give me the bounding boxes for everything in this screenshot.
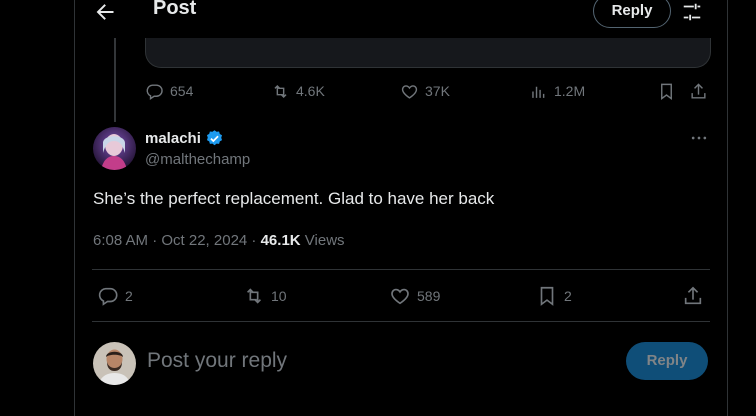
heart-icon bbox=[401, 84, 418, 99]
repost-count: 10 bbox=[271, 288, 287, 304]
bookmark-icon bbox=[540, 286, 554, 306]
parent-like-action[interactable]: 37K bbox=[400, 80, 450, 102]
bookmark-action[interactable]: 2 bbox=[536, 284, 572, 308]
like-count: 589 bbox=[417, 288, 441, 304]
divider bbox=[92, 269, 710, 270]
views-count: 46.1K bbox=[260, 232, 301, 249]
analytics-bars-icon bbox=[532, 86, 545, 98]
author-name[interactable]: malachi bbox=[145, 129, 224, 148]
reply-input[interactable] bbox=[147, 346, 507, 376]
parent-bookmark-action[interactable] bbox=[657, 80, 676, 102]
repost-action[interactable]: 10 bbox=[243, 284, 287, 308]
more-options-icon[interactable] bbox=[689, 128, 709, 148]
header-reply-button[interactable]: Reply bbox=[593, 0, 671, 28]
author-handle[interactable]: @malthechamp bbox=[145, 151, 250, 168]
timestamp[interactable]: 6:08 AM · Oct 22, 2024 · bbox=[93, 232, 261, 249]
verified-badge-icon[interactable] bbox=[205, 129, 224, 148]
header: Post Reply bbox=[75, 0, 727, 36]
tweet-meta: 6:08 AM · Oct 22, 2024 · 46.1K Views bbox=[93, 232, 345, 249]
bookmark-count: 2 bbox=[564, 288, 572, 304]
avatar-image bbox=[93, 127, 136, 170]
page-title: Post bbox=[153, 0, 197, 19]
reply-count: 2 bbox=[125, 288, 133, 304]
share-action[interactable] bbox=[682, 284, 704, 308]
parent-reply-count: 654 bbox=[170, 83, 194, 99]
reply-icon bbox=[146, 83, 163, 100]
bookmark-icon bbox=[661, 83, 672, 100]
repost-icon bbox=[246, 288, 262, 304]
author-name-text: malachi bbox=[145, 130, 201, 147]
parent-views-count: 1.2M bbox=[554, 83, 586, 99]
parent-share-action[interactable] bbox=[689, 80, 708, 102]
share-icon bbox=[684, 286, 702, 305]
views-label: Views bbox=[300, 232, 345, 249]
reply-action[interactable]: 2 bbox=[97, 284, 133, 308]
parent-repost-action[interactable]: 4.6K bbox=[271, 80, 325, 102]
avatar[interactable] bbox=[93, 127, 136, 170]
parent-like-count: 37K bbox=[425, 83, 450, 99]
reply-icon bbox=[98, 287, 118, 306]
post-column: Post Reply 654 4.6K 37K 1.2M malachi @ma… bbox=[74, 0, 728, 416]
my-avatar[interactable] bbox=[93, 342, 136, 385]
tweet-text: She’s the perfect replacement. Glad to h… bbox=[93, 189, 495, 208]
parent-reply-action[interactable]: 654 bbox=[145, 80, 193, 102]
parent-repost-count: 4.6K bbox=[296, 83, 325, 99]
parent-views-action[interactable]: 1.2M bbox=[529, 80, 585, 102]
my-avatar-image bbox=[93, 342, 136, 385]
share-icon bbox=[691, 82, 706, 99]
quoted-post-card[interactable] bbox=[145, 38, 711, 68]
like-action[interactable]: 589 bbox=[389, 284, 440, 308]
settings-sliders-icon[interactable] bbox=[681, 1, 703, 23]
divider bbox=[92, 321, 710, 322]
back-arrow-icon[interactable] bbox=[93, 0, 117, 24]
thread-line bbox=[114, 38, 116, 122]
heart-icon bbox=[391, 288, 409, 305]
reply-submit-button[interactable]: Reply bbox=[626, 342, 708, 380]
repost-icon bbox=[274, 84, 287, 98]
